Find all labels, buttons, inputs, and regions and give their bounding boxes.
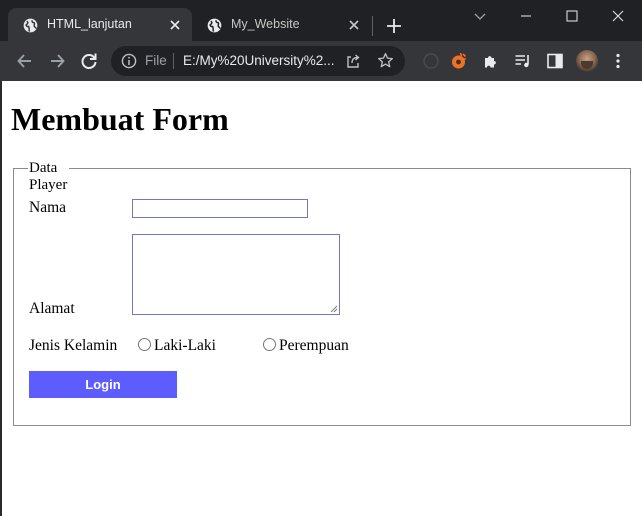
extension-orange-icon[interactable] xyxy=(449,51,469,71)
maximize-icon[interactable] xyxy=(564,8,580,24)
radio-perempuan[interactable] xyxy=(263,338,276,351)
reading-list-icon[interactable] xyxy=(513,51,533,71)
url-text[interactable]: E:/My%20University%2... xyxy=(183,53,335,68)
scheme-label: File xyxy=(145,53,167,68)
star-icon[interactable] xyxy=(377,52,394,69)
tab-strip: HTML_lanjutan My_Website xyxy=(0,0,642,41)
share-icon[interactable] xyxy=(345,53,361,69)
login-button[interactable]: Login xyxy=(29,371,177,398)
address-bar[interactable]: File E:/My%20University%2... xyxy=(111,46,405,76)
globe-icon xyxy=(207,18,222,33)
kebab-menu-icon[interactable] xyxy=(608,51,628,71)
alamat-textarea[interactable] xyxy=(132,234,340,315)
tab-title: HTML_lanjutan xyxy=(47,17,132,31)
browser-toolbar: File E:/My%20University%2... xyxy=(0,41,642,81)
avatar[interactable] xyxy=(576,50,598,72)
reload-icon[interactable] xyxy=(79,51,99,71)
radio-laki-laki[interactable] xyxy=(138,338,151,351)
puzzle-icon[interactable] xyxy=(481,51,501,71)
resize-grip-icon[interactable] xyxy=(330,305,338,313)
close-tab-icon[interactable] xyxy=(347,18,361,32)
jenis-kelamin-label: Jenis Kelamin xyxy=(29,337,118,354)
radio-label-laki-laki[interactable]: Laki-Laki xyxy=(154,337,216,355)
back-icon[interactable] xyxy=(15,51,35,71)
page-viewport: Membuat Form Data Player Nama Alamat Jen… xyxy=(0,81,642,516)
close-icon[interactable] xyxy=(610,8,626,24)
globe-icon xyxy=(23,18,38,33)
page-title: Membuat Form xyxy=(11,101,229,137)
side-panel-icon[interactable] xyxy=(545,51,565,71)
info-icon[interactable] xyxy=(121,53,137,69)
tab-my-website[interactable]: My_Website xyxy=(192,8,372,41)
tab-html-lanjutan[interactable]: HTML_lanjutan xyxy=(8,8,192,41)
tab-title: My_Website xyxy=(231,17,300,31)
forward-icon[interactable] xyxy=(47,51,67,71)
tab-separator xyxy=(372,16,373,36)
chevron-down-icon[interactable] xyxy=(472,8,488,24)
address-separator xyxy=(173,53,174,69)
radio-label-perempuan[interactable]: Perempuan xyxy=(279,337,349,355)
nama-input[interactable] xyxy=(132,199,308,218)
extension-dim-icon[interactable] xyxy=(421,51,441,71)
close-tab-icon[interactable] xyxy=(168,18,182,32)
alamat-label: Alamat xyxy=(29,300,75,317)
plus-icon[interactable] xyxy=(385,17,403,35)
minimize-icon[interactable] xyxy=(518,8,534,24)
fieldset-legend: Data Player xyxy=(28,160,70,194)
nama-label: Nama xyxy=(29,199,67,216)
